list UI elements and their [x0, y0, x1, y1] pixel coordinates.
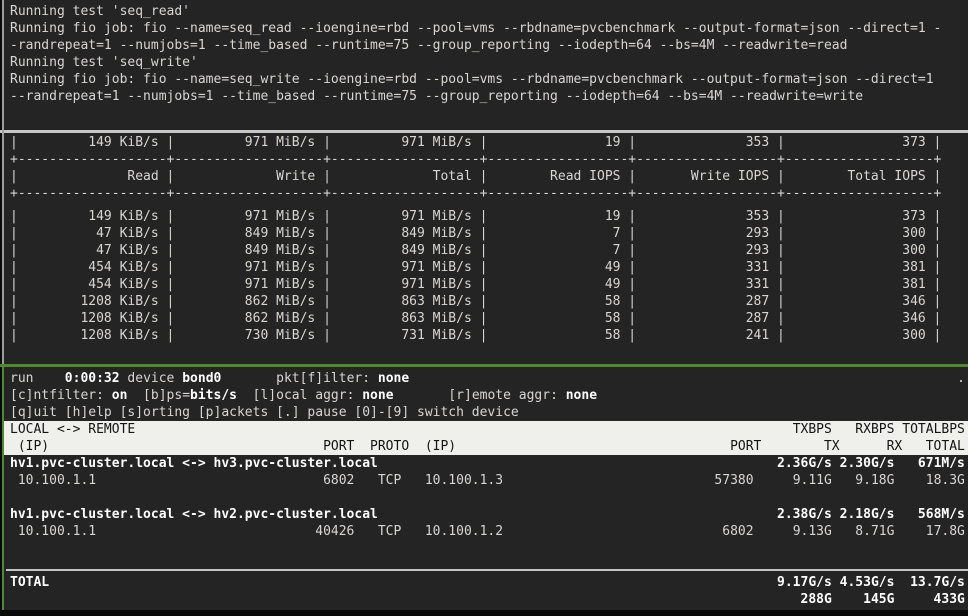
- jnettop-connection-detail-row: 10.100.1.1 40426 TCP 10.100.1.2 6802 9.1…: [4, 523, 968, 540]
- fio-log-line: --randrepeat=1 --numjobs=1 --time_based …: [4, 88, 968, 105]
- fio-output-pane[interactable]: Running test 'seq_read'Running fio job: …: [4, 0, 968, 133]
- jnettop-total-row: 288G 145G 433G: [4, 591, 968, 608]
- jnettop-header-row: LOCAL <-> REMOTE TXBPS RXBPS TOTALBPS: [4, 421, 968, 438]
- fio-log-line: Running test 'seq_write': [4, 54, 968, 71]
- fio-log-line: -randrepeat=1 --numjobs=1 --time_based -…: [4, 37, 968, 54]
- screen-bottom-edge: [0, 610, 968, 616]
- fio-log-line: Running fio job: fio --name=seq_read --i…: [4, 20, 968, 37]
- jnettop-total-row: TOTAL 9.17G/s 4.53G/s 13.7G/s: [4, 574, 968, 591]
- table-row: | 454 KiB/s | 971 MiB/s | 971 MiB/s | 49…: [4, 259, 968, 276]
- jnettop-status-line: [c]ntfilter: on [b]ps=bits/s [l]ocal agg…: [4, 387, 968, 404]
- table-row: | 47 KiB/s | 849 MiB/s | 849 MiB/s | 7 |…: [4, 242, 968, 259]
- fio-log-line: Running test 'seq_read': [4, 3, 968, 20]
- table-row: | 1208 KiB/s | 862 MiB/s | 863 MiB/s | 5…: [4, 310, 968, 327]
- table-row: | 454 KiB/s | 971 MiB/s | 971 MiB/s | 49…: [4, 276, 968, 293]
- table-separator: +-------------------+-------------------…: [4, 185, 968, 202]
- pane-left-border: [2, 0, 4, 364]
- jnettop-status-line: [q]uit [h]elp [s]orting [p]ackets [.] pa…: [4, 404, 968, 421]
- table-separator: +-------------------+-------------------…: [4, 151, 968, 168]
- table-row: | 1208 KiB/s | 730 MiB/s | 731 MiB/s | 5…: [4, 327, 968, 344]
- table-row: | 47 KiB/s | 849 MiB/s | 849 MiB/s | 7 |…: [4, 225, 968, 242]
- table-row: | 149 KiB/s | 971 MiB/s | 971 MiB/s | 19…: [4, 208, 968, 225]
- jnettop-blank-line: [4, 489, 968, 506]
- table-row: | 1208 KiB/s | 862 MiB/s | 863 MiB/s | 5…: [4, 293, 968, 310]
- jnettop-separator-line: [6, 569, 968, 571]
- jnettop-pane[interactable]: run 0:00:32 device bond0 pkt[f]ilter: no…: [4, 367, 968, 613]
- table-header-row: | Read | Write | Total | Read IOPS | Wri…: [4, 168, 968, 185]
- benchmark-table-pane[interactable]: | 149 KiB/s | 971 MiB/s | 971 MiB/s | 19…: [4, 133, 968, 365]
- jnettop-connection-row: hv1.pvc-cluster.local <-> hv3.pvc-cluste…: [4, 455, 968, 472]
- fio-log-line: Running fio job: fio --name=seq_write --…: [4, 71, 968, 88]
- terminal-screen: Running test 'seq_read'Running fio job: …: [0, 0, 968, 616]
- table-scroll-row: | 149 KiB/s | 971 MiB/s | 971 MiB/s | 19…: [4, 134, 968, 151]
- table-rows: | 149 KiB/s | 971 MiB/s | 971 MiB/s | 19…: [4, 208, 968, 344]
- jnettop-status-line: run 0:00:32 device bond0 pkt[f]ilter: no…: [4, 370, 968, 387]
- jnettop-blank-line: [4, 540, 968, 557]
- active-pane-left-border: [2, 364, 4, 612]
- jnettop-connection-detail-row: 10.100.1.1 6802 TCP 10.100.1.3 57380 9.1…: [4, 472, 968, 489]
- jnettop-header-row: (IP) PORT PROTO (IP) PORT TX RX TOTAL: [4, 438, 968, 455]
- jnettop-connection-row: hv1.pvc-cluster.local <-> hv2.pvc-cluste…: [4, 506, 968, 523]
